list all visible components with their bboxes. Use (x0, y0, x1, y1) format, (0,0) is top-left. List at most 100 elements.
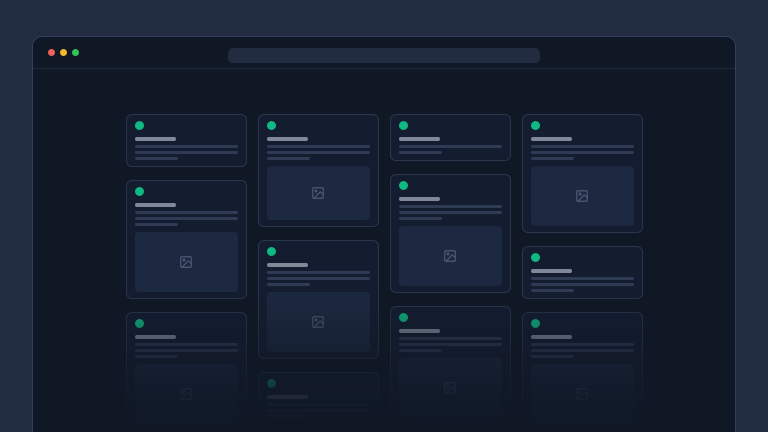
skeleton-text-line (267, 277, 370, 280)
image-placeholder (267, 292, 370, 352)
status-dot-icon (399, 121, 408, 130)
skeleton-text-line (135, 223, 178, 226)
skeleton-text-line (399, 151, 442, 154)
skeleton-text-line (531, 277, 634, 280)
status-dot-icon (399, 181, 408, 190)
feed-card[interactable] (258, 240, 379, 359)
feed-card[interactable] (390, 114, 511, 161)
status-dot-icon (531, 253, 540, 262)
feed-card[interactable] (390, 174, 511, 293)
image-placeholder (267, 166, 370, 220)
skeleton-text-line (135, 145, 238, 148)
skeleton-text-line (531, 355, 574, 358)
address-bar[interactable] (228, 48, 540, 63)
skeleton-text-line (399, 211, 502, 214)
skeleton-text-line (399, 217, 442, 220)
skeleton-title-line (531, 269, 572, 273)
masonry-column-2 (258, 114, 379, 432)
skeleton-text-line (531, 283, 634, 286)
minimize-button[interactable] (60, 49, 67, 56)
skeleton-text-line (399, 343, 502, 346)
feed-card[interactable] (522, 312, 643, 431)
skeleton-text-line (135, 151, 238, 154)
skeleton-text-line (135, 217, 238, 220)
skeleton-text-line (267, 415, 310, 418)
image-icon (311, 186, 325, 200)
skeleton-text-line (135, 211, 238, 214)
card-grid (33, 70, 735, 432)
skeleton-title-line (399, 329, 440, 333)
skeleton-text-line (531, 289, 574, 292)
close-button[interactable] (48, 49, 55, 56)
masonry-column-1 (126, 114, 247, 432)
skeleton-text-line (267, 151, 370, 154)
skeleton-text-line (399, 205, 502, 208)
masonry-column-3 (390, 114, 511, 432)
feed-card[interactable] (390, 306, 511, 425)
skeleton-text-line (135, 355, 178, 358)
status-dot-icon (135, 319, 144, 328)
status-dot-icon (399, 313, 408, 322)
feed-card[interactable] (522, 114, 643, 233)
skeleton-text-line (135, 349, 238, 352)
masonry-column-4 (522, 114, 643, 432)
image-icon (179, 387, 193, 401)
skeleton-text-line (267, 157, 310, 160)
skeleton-text-line (267, 271, 370, 274)
skeleton-title-line (399, 197, 440, 201)
feed-card[interactable] (126, 114, 247, 167)
image-icon (179, 255, 193, 269)
status-dot-icon (267, 247, 276, 256)
skeleton-text-line (399, 337, 502, 340)
skeleton-text-line (531, 349, 634, 352)
image-icon (311, 315, 325, 329)
status-dot-icon (267, 121, 276, 130)
feed-card[interactable] (126, 180, 247, 299)
skeleton-text-line (267, 145, 370, 148)
skeleton-text-line (267, 283, 310, 286)
traffic-lights (48, 49, 79, 56)
image-placeholder (135, 232, 238, 292)
skeleton-title-line (531, 335, 572, 339)
status-dot-icon (531, 319, 540, 328)
image-icon (443, 249, 457, 263)
skeleton-text-line (531, 145, 634, 148)
image-placeholder (267, 424, 370, 432)
image-placeholder (531, 364, 634, 424)
skeleton-text-line (399, 349, 442, 352)
status-dot-icon (531, 121, 540, 130)
skeleton-text-line (531, 343, 634, 346)
status-dot-icon (135, 187, 144, 196)
skeleton-text-line (135, 157, 178, 160)
skeleton-title-line (135, 203, 176, 207)
image-placeholder (135, 364, 238, 424)
status-dot-icon (267, 379, 276, 388)
browser-window (32, 36, 736, 432)
image-icon (575, 189, 589, 203)
image-placeholder (399, 226, 502, 286)
skeleton-text-line (267, 403, 370, 406)
feed-card[interactable] (258, 372, 379, 432)
image-icon (575, 387, 589, 401)
image-placeholder (531, 166, 634, 226)
skeleton-title-line (267, 137, 308, 141)
skeleton-title-line (531, 137, 572, 141)
title-bar (33, 37, 735, 69)
skeleton-text-line (135, 343, 238, 346)
status-dot-icon (135, 121, 144, 130)
skeleton-text-line (267, 409, 370, 412)
skeleton-title-line (399, 137, 440, 141)
skeleton-title-line (135, 137, 176, 141)
skeleton-title-line (267, 395, 308, 399)
skeleton-title-line (135, 335, 176, 339)
maximize-button[interactable] (72, 49, 79, 56)
feed-card[interactable] (522, 246, 643, 299)
skeleton-text-line (399, 145, 502, 148)
feed-card[interactable] (126, 312, 247, 431)
skeleton-text-line (531, 157, 574, 160)
image-placeholder (399, 358, 502, 418)
feed-card[interactable] (258, 114, 379, 227)
page-content (33, 70, 735, 432)
skeleton-text-line (531, 151, 634, 154)
image-icon (443, 381, 457, 395)
